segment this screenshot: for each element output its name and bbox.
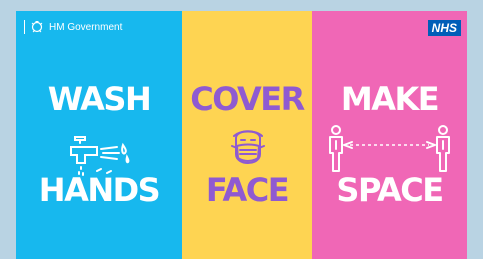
hands-word: HANDS <box>38 171 161 209</box>
face-mask-icon <box>231 130 265 164</box>
nhs-logo: NHS <box>427 20 461 36</box>
wash-hands-panel: HM Government WASH HANDS <box>16 11 182 259</box>
wash-word: WASH <box>47 80 152 118</box>
hm-government-label: HM Government <box>49 21 123 33</box>
royal-crest-icon <box>31 21 43 33</box>
face-word: FACE <box>205 171 290 209</box>
social-distance-icon <box>329 125 450 172</box>
logo-divider <box>24 20 25 34</box>
hm-government-logo: HM Government <box>24 20 122 34</box>
cover-face-panel: COVER FACE <box>182 11 312 259</box>
space-word: SPACE <box>336 171 444 209</box>
make-space-panel: NHS MAKE SPACE <box>312 11 467 259</box>
cover-word: COVER <box>190 80 305 118</box>
campaign-poster: HM Government WASH HANDS COVER FACE NHS … <box>16 11 467 259</box>
make-word: MAKE <box>340 80 440 118</box>
